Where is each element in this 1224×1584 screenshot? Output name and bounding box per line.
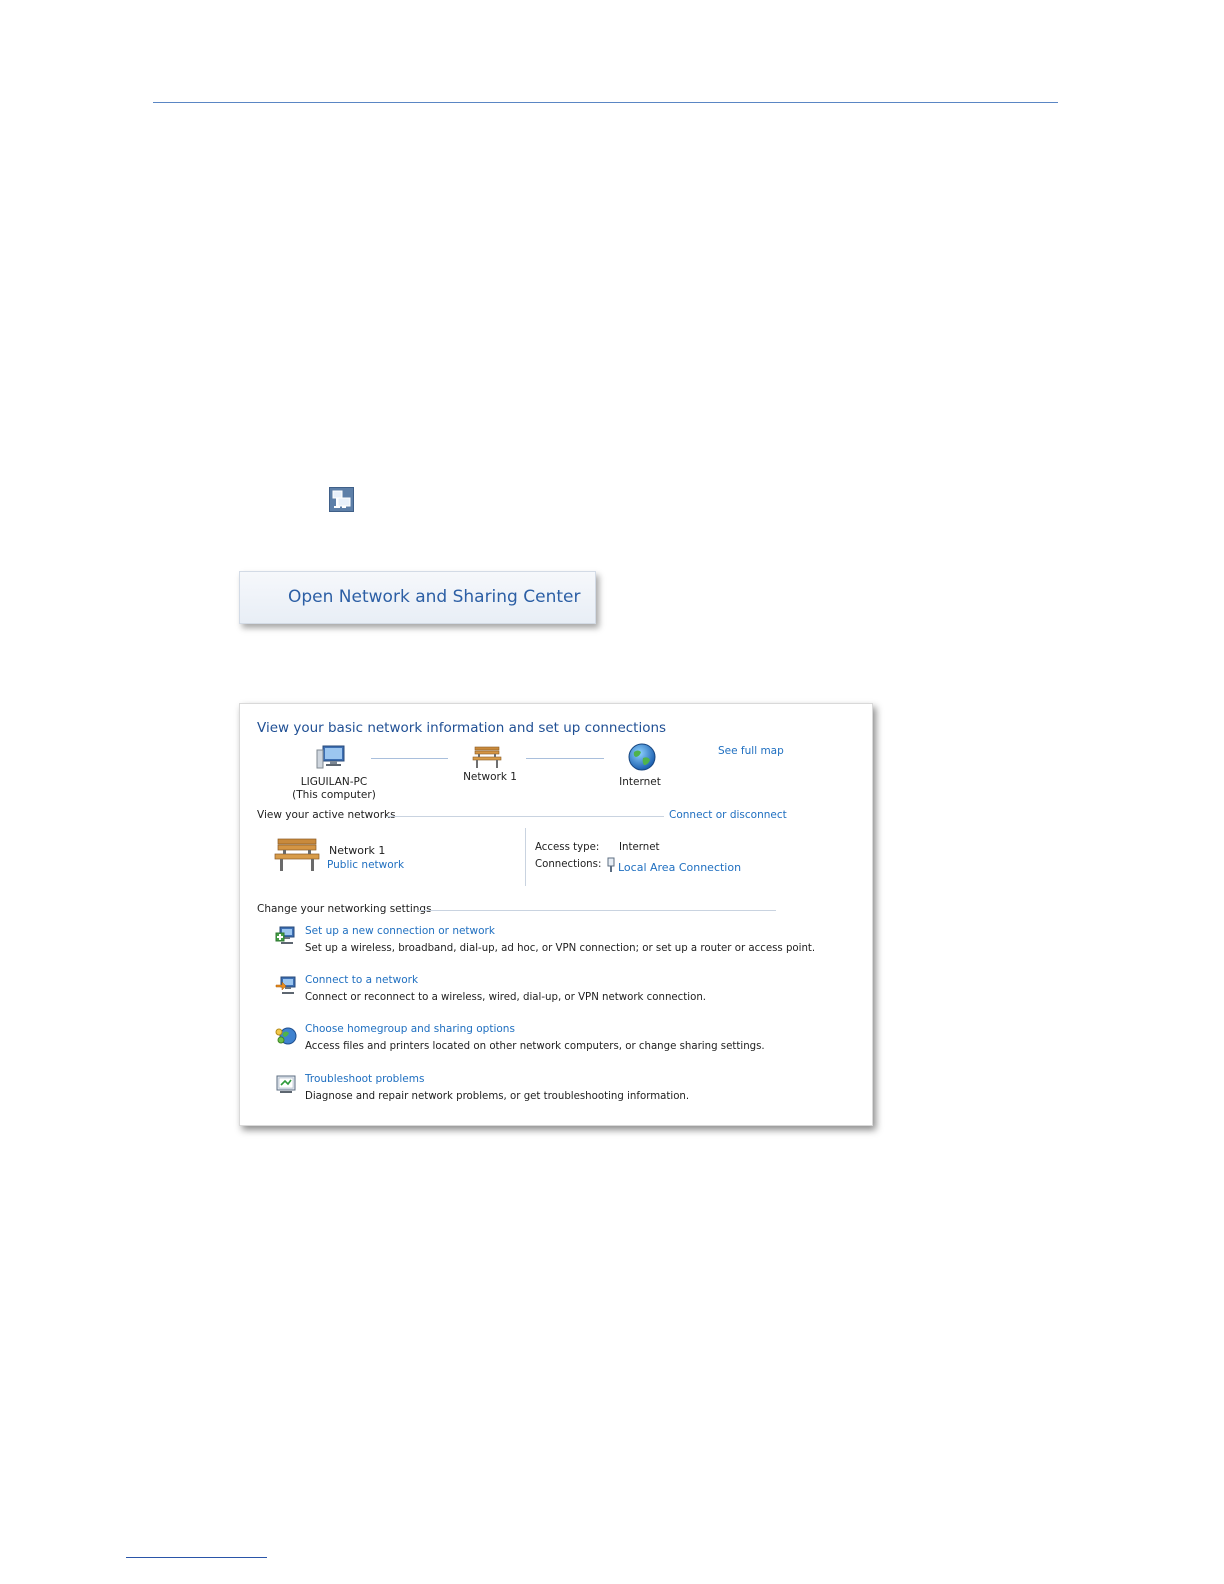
active-network-name: Network 1 xyxy=(329,844,386,857)
network-map-name: Network 1 xyxy=(463,771,517,783)
map-line-left xyxy=(371,758,448,759)
ethernet-icon xyxy=(607,857,615,876)
open-network-sharing-center-label: Open Network and Sharing Center xyxy=(288,587,581,607)
public-network-link[interactable]: Public network xyxy=(327,859,404,871)
internet-label: Internet xyxy=(619,776,661,788)
network-bench-icon[interactable] xyxy=(472,745,502,772)
networking-settings-heading: Change your networking settings xyxy=(257,903,432,915)
internet-globe-icon[interactable] xyxy=(628,743,656,774)
network-tray-icon[interactable] xyxy=(329,487,354,512)
computer-name: LIGUILAN-PC xyxy=(300,776,368,788)
open-network-sharing-center-item[interactable]: Open Network and Sharing Center xyxy=(239,571,596,624)
panel-title: View your basic network information and … xyxy=(257,720,667,736)
local-area-connection-link[interactable]: Local Area Connection xyxy=(618,861,741,874)
header-rule xyxy=(153,102,1058,103)
see-full-map-link[interactable]: See full map xyxy=(718,745,784,757)
access-type-value: Internet xyxy=(619,842,660,853)
connections-label: Connections: xyxy=(535,859,602,870)
active-network-bench-icon xyxy=(274,837,320,876)
homegroup-desc: Access files and printers located on oth… xyxy=(305,1041,765,1052)
access-type-label: Access type: xyxy=(535,842,600,853)
homegroup-link[interactable]: Choose homegroup and sharing options xyxy=(305,1023,515,1035)
troubleshoot-desc: Diagnose and repair network problems, or… xyxy=(305,1091,690,1102)
map-line-right xyxy=(526,758,604,759)
connect-network-link[interactable]: Connect to a network xyxy=(305,974,418,986)
connect-disconnect-link[interactable]: Connect or disconnect xyxy=(669,809,787,821)
setup-connection-desc: Set up a wireless, broadband, dial-up, a… xyxy=(305,943,816,954)
setup-connection-icon xyxy=(275,924,297,949)
troubleshoot-icon xyxy=(275,1073,297,1098)
active-networks-separator xyxy=(525,828,526,886)
setup-connection-link[interactable]: Set up a new connection or network xyxy=(305,925,495,937)
connect-network-icon xyxy=(275,974,297,999)
troubleshoot-link[interactable]: Troubleshoot problems xyxy=(305,1073,424,1085)
active-networks-divider xyxy=(386,816,664,817)
connect-network-desc: Connect or reconnect to a wireless, wire… xyxy=(305,992,707,1003)
networking-settings-divider xyxy=(418,910,776,911)
active-networks-heading: View your active networks xyxy=(257,809,396,821)
network-sharing-center-panel: View your basic network information and … xyxy=(239,703,873,1126)
computer-sub: (This computer) xyxy=(292,789,376,801)
computer-icon[interactable] xyxy=(316,744,346,773)
homegroup-icon xyxy=(275,1024,297,1049)
footnote-rule xyxy=(126,1557,267,1558)
